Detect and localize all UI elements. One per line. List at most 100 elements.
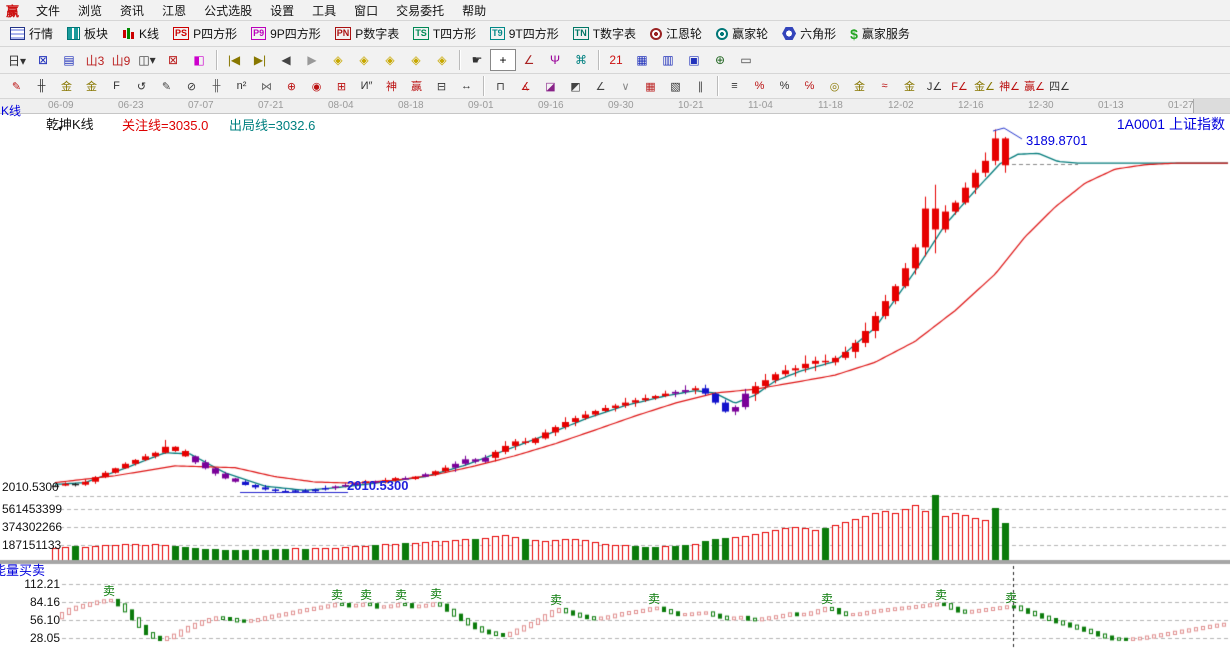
gold-comb-2-tool[interactable]: 金 xyxy=(79,76,104,96)
toolbar-separator xyxy=(216,50,217,70)
gold-angle-tool[interactable]: 金∠ xyxy=(972,76,997,96)
ying-angle-tool[interactable]: 赢∠ xyxy=(1022,76,1047,96)
n2-comb-tool[interactable]: n² xyxy=(229,76,254,96)
save-icon[interactable]: ▣ xyxy=(681,49,707,71)
j-angle-tool[interactable]: J∠ xyxy=(922,76,947,96)
ying-comb-tool[interactable]: 赢 xyxy=(404,76,429,96)
chevron-down-icon[interactable]: ▼ xyxy=(57,126,64,133)
menu-item-2[interactable]: 资讯 xyxy=(111,0,153,21)
next-button[interactable]: ▶ xyxy=(299,49,325,71)
color-chart-icon[interactable]: ◧ xyxy=(186,49,212,71)
percent-fall-tool[interactable]: % xyxy=(747,76,772,96)
circle-gauge-tool[interactable]: ⊘ xyxy=(179,76,204,96)
toolbar-item-0[interactable]: 行情 xyxy=(4,23,59,44)
bar-list-tool[interactable]: ≡ xyxy=(722,76,747,96)
kline-style[interactable]: 日▾ xyxy=(4,49,30,71)
grid-target-tool[interactable]: ⊞ xyxy=(329,76,354,96)
zigzag-tool[interactable]: ∨ xyxy=(613,76,638,96)
circle-cross-tool[interactable]: ⊕ xyxy=(279,76,304,96)
gold-comb-1-tool[interactable]: 金 xyxy=(54,76,79,96)
spiral-tool[interactable]: ↺ xyxy=(129,76,154,96)
ray-fan-tool[interactable]: ∡ xyxy=(513,76,538,96)
diamond-left-button[interactable]: ◈ xyxy=(325,49,351,71)
grid-red-tool[interactable]: ▦ xyxy=(638,76,663,96)
info-panel-icon[interactable]: ▤ xyxy=(56,49,82,71)
toolbar-item-5[interactable]: PNP数字表 xyxy=(329,23,406,44)
diamond-star-button[interactable]: ◈ xyxy=(429,49,455,71)
diamond-expand-button[interactable]: ◈ xyxy=(377,49,403,71)
f-comb-tool[interactable]: F xyxy=(104,76,129,96)
print-icon[interactable]: ▭ xyxy=(733,49,759,71)
toolbar-item-6[interactable]: TST四方形 xyxy=(407,23,482,44)
notes-icon[interactable]: ▥ xyxy=(655,49,681,71)
toolbar-item-7[interactable]: T99T四方形 xyxy=(484,23,565,44)
qiankun-pattern-icon[interactable]: ⊠ xyxy=(160,49,186,71)
wave-9-icon[interactable]: 山9 xyxy=(108,49,134,71)
gann-tool[interactable]: Ψ xyxy=(542,49,568,71)
parallel-lines-tool[interactable]: ∥ xyxy=(688,76,713,96)
sell-signal-marker: 卖 xyxy=(103,582,115,599)
menu-item-4[interactable]: 公式选股 xyxy=(195,0,261,21)
kline-type-dropdown[interactable]: 乾坤K线 xyxy=(46,114,94,133)
first-page-button[interactable]: |◀ xyxy=(221,49,247,71)
prev-button[interactable]: ◀ xyxy=(273,49,299,71)
shen-comb-tool[interactable]: 神 xyxy=(379,76,404,96)
percent-tool[interactable]: % xyxy=(772,76,797,96)
ray-box-2-tool[interactable]: ◩ xyxy=(563,76,588,96)
toolbar-item-8[interactable]: TNT数字表 xyxy=(567,23,642,44)
gann-comb-tool[interactable]: ╫ xyxy=(29,76,54,96)
four-angle-tool[interactable]: 四∠ xyxy=(1047,76,1072,96)
toolbar-item-3[interactable]: PSP四方形 xyxy=(167,23,243,44)
frame-tool[interactable]: ⊓ xyxy=(488,76,513,96)
f-angle-tool[interactable]: F∠ xyxy=(947,76,972,96)
toolbar-item-10[interactable]: 赢家轮 xyxy=(710,23,774,44)
date-tick: 08-04 xyxy=(328,100,354,111)
gold-circle-tool[interactable]: ◎ xyxy=(822,76,847,96)
menu-item-3[interactable]: 江恩 xyxy=(153,0,195,21)
toolbar-item-4[interactable]: P99P四方形 xyxy=(245,23,327,44)
world-clock-icon[interactable]: ⊕ xyxy=(707,49,733,71)
mirror-angle-tool[interactable]: ⋈ xyxy=(254,76,279,96)
pattern-window-icon[interactable]: ⊠ xyxy=(30,49,56,71)
web-tool[interactable]: ⌘ xyxy=(568,49,594,71)
gold-line-tool[interactable]: 金 xyxy=(847,76,872,96)
angle-fan-tool[interactable]: ∠ xyxy=(588,76,613,96)
menu-item-5[interactable]: 设置 xyxy=(261,0,303,21)
grid-123-tool[interactable]: ⊟ xyxy=(429,76,454,96)
sell-signal-marker: 卖 xyxy=(1005,589,1017,606)
menu-item-0[interactable]: 文件 xyxy=(27,0,69,21)
toolbar-item-9[interactable]: 江恩轮 xyxy=(644,23,708,44)
grid-arrow-tool[interactable]: ▧ xyxy=(663,76,688,96)
calculator-icon[interactable]: ▦ xyxy=(629,49,655,71)
toolbar-item-12[interactable]: $赢家服务 xyxy=(844,23,916,44)
last-page-button[interactable]: ▶| xyxy=(247,49,273,71)
toolbar-item-11[interactable]: 六角形 xyxy=(776,23,842,44)
brush-tool[interactable]: ✎ xyxy=(4,76,29,96)
diamond-compress-button[interactable]: ◈ xyxy=(403,49,429,71)
toolbar-item-2[interactable]: K线 xyxy=(116,23,165,44)
hand-tool[interactable]: ☛ xyxy=(464,49,490,71)
menu-item-6[interactable]: 工具 xyxy=(303,0,345,21)
menu-item-7[interactable]: 窗口 xyxy=(345,0,387,21)
kline-chart-canvas[interactable] xyxy=(0,99,1230,652)
wave-tool[interactable]: ≈ xyxy=(872,76,897,96)
calendar-icon[interactable]: 21 xyxy=(603,49,629,71)
wave-3-icon[interactable]: 山3 xyxy=(82,49,108,71)
quote-tool[interactable]: И″ xyxy=(354,76,379,96)
percent-line-tool[interactable]: ℅ xyxy=(797,76,822,96)
toolbar-item-1[interactable]: 板块 xyxy=(61,23,114,44)
angle-tool[interactable]: ∠ xyxy=(516,49,542,71)
ray-box-tool[interactable]: ◪ xyxy=(538,76,563,96)
candle-type[interactable]: ◫▾ xyxy=(134,49,160,71)
menu-item-9[interactable]: 帮助 xyxy=(453,0,495,21)
diamond-right-button[interactable]: ◈ xyxy=(351,49,377,71)
comb-tool[interactable]: ╫ xyxy=(204,76,229,96)
menu-item-8[interactable]: 交易委托 xyxy=(387,0,453,21)
star-target-tool[interactable]: ◉ xyxy=(304,76,329,96)
menu-item-1[interactable]: 浏览 xyxy=(69,0,111,21)
crosshair-tool[interactable]: + xyxy=(490,49,516,71)
shen-angle-tool[interactable]: 神∠ xyxy=(997,76,1022,96)
gold-box-tool[interactable]: 金 xyxy=(897,76,922,96)
span-arrow-tool[interactable]: ↔ xyxy=(454,76,479,96)
brush-2-tool[interactable]: ✎ xyxy=(154,76,179,96)
